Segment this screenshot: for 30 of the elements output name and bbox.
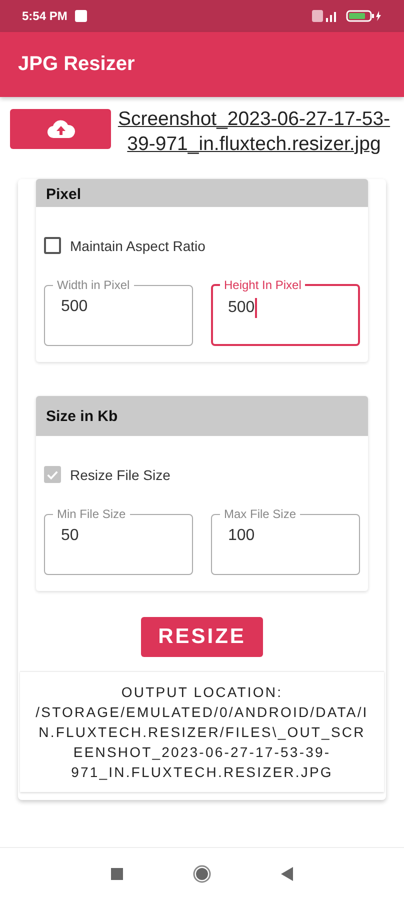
resize-button[interactable]: RESIZE [141,617,263,657]
battery-icon [346,10,382,22]
section-title: Size in Kb [46,408,118,424]
clock-time: 5:54 PM [22,9,68,23]
upload-button[interactable] [10,109,111,149]
checkbox[interactable] [44,237,61,254]
input-field[interactable]: Max File Size 100 [211,507,360,575]
field-label: Width in Pixel [56,278,131,292]
field-label: Max File Size [223,507,298,521]
output-location-text: OUTPUT LOCATION: /STORAGE/EMULATED/0/ANDROID/DATA/IN.FLUXTECH.RESIZER/FILES\_OUT_SCREENSHOT_2023-06-27-17-53-39-971_IN.FLUXTECH.RESIZER.JPG [20,671,384,792]
field-value: 500 [61,298,88,315]
field-value: 500 [228,299,255,316]
signal-icon [312,10,338,22]
input-field[interactable]: Min File Size 50 [44,507,193,575]
file-name-link[interactable]: Screenshot_2023-06-27-17-53-39-971_in.fluxtech.resizer.jpg [113,107,395,157]
field-label: Height In Pixel [223,278,302,292]
field-value: 50 [61,527,79,544]
text-cursor [254,298,257,318]
home-icon[interactable] [193,865,211,883]
cloud-upload-icon [46,119,76,139]
app-title: JPG Resizer [18,53,135,76]
notification-icon [75,10,88,22]
field-label: Min File Size [56,507,127,521]
back-icon[interactable] [281,867,293,881]
section-title: Pixel [46,186,82,203]
checkbox-label: Maintain Aspect Ratio [70,238,206,254]
input-field[interactable]: Height In Pixel 500 [211,278,360,346]
checkbox-label: Resize File Size [70,466,170,482]
input-field[interactable]: Width in Pixel 500 [44,278,193,346]
field-value: 100 [228,527,255,544]
